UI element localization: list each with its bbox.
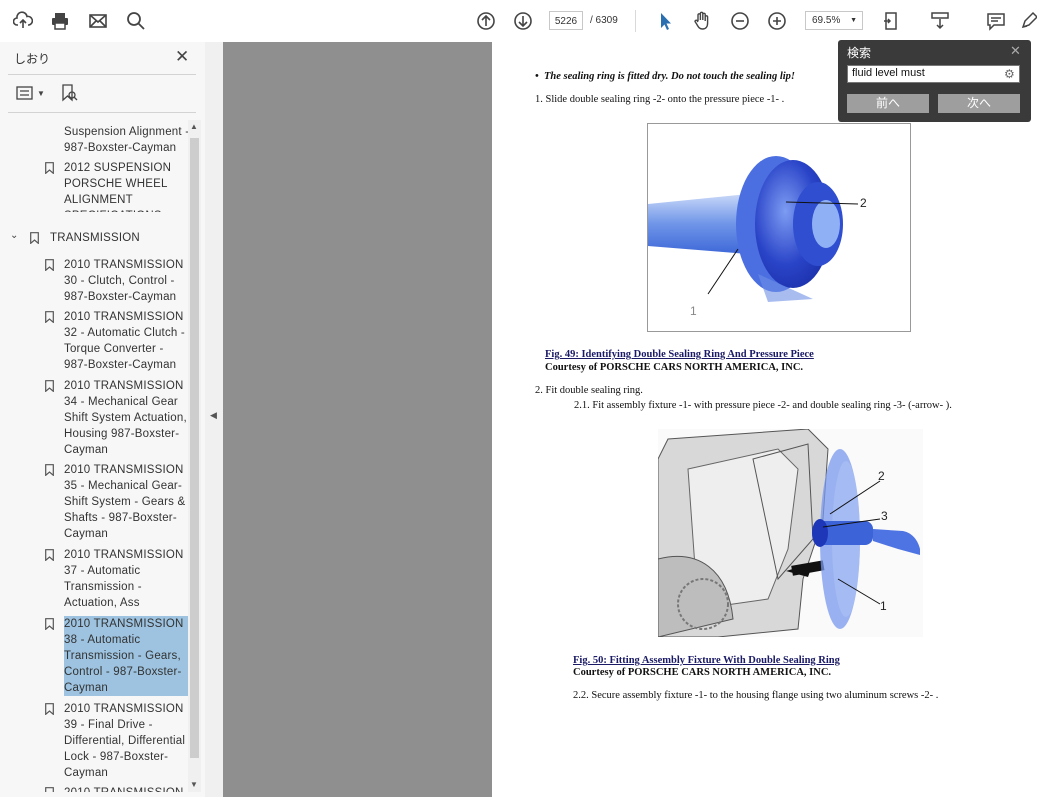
- mail-icon[interactable]: [86, 9, 110, 33]
- bookmark-icon: [30, 232, 39, 244]
- zoom-out-icon[interactable]: [728, 9, 752, 33]
- bookmark-label: 2010 TRANSMISSION 32 - Automatic Clutch …: [64, 311, 185, 371]
- bookmark-icon: [45, 380, 54, 392]
- zoom-in-icon[interactable]: [765, 9, 789, 33]
- find-bookmark-button[interactable]: [60, 83, 78, 103]
- bookmark-label: 2010 TRANSMISSION 39 - Final Drive - Dif…: [64, 703, 186, 779]
- bookmark-group-transmission[interactable]: ⌄ TRANSMISSION: [10, 230, 160, 246]
- bookmark-search-icon: [62, 84, 78, 102]
- comment-icon[interactable]: [984, 9, 1008, 33]
- bullet-note: • The sealing ring is fitted dry. Do not…: [535, 71, 795, 82]
- divider: [8, 74, 196, 75]
- find-title: 検索: [847, 46, 872, 60]
- bookmark-icon: [45, 259, 54, 271]
- bookmark-item[interactable]: 2010 TRANSMISSION 30 - Clutch, Control -…: [40, 257, 188, 305]
- find-previous-button[interactable]: 前へ: [847, 94, 929, 113]
- bookmark-label: 2010 TRANSMISSION 37 - Automatic Transmi…: [64, 549, 184, 609]
- figure-49-callout-2: 2: [860, 196, 867, 210]
- bookmark-label: 2010 TRANSMISSION 35 - Mechanical Gear-S…: [64, 464, 186, 540]
- bullet-text: The sealing ring is fitted dry. Do not t…: [543, 71, 795, 82]
- bookmark-item[interactable]: 2010 TRANSMISSION: [40, 785, 188, 792]
- figure-49-callout-1: 1: [690, 304, 697, 318]
- figure-50-callout-3: 3: [881, 509, 888, 523]
- zoom-select[interactable]: 69.5% ▼: [805, 11, 863, 30]
- scroll-up-icon[interactable]: ▲: [190, 122, 198, 131]
- figure-50-courtesy: Courtesy of PORSCHE CARS NORTH AMERICA, …: [573, 667, 832, 678]
- collapse-arrow-icon: ◀: [210, 410, 217, 420]
- page-fit-icon[interactable]: [880, 9, 904, 33]
- bookmark-label: 2010 TRANSMISSION 30 - Clutch, Control -…: [64, 259, 184, 303]
- cloud-upload-icon[interactable]: [11, 9, 35, 33]
- expand-chevron-icon[interactable]: ⌄: [10, 230, 18, 241]
- bookmark-item[interactable]: 2012 SUSPENSION PORSCHE WHEEL ALIGNMENT …: [40, 160, 188, 212]
- bookmarks-panel: しおり ✕ ▼ Suspension Alignment - 987-Boxst…: [0, 42, 206, 797]
- list-options-icon: [16, 86, 33, 100]
- bookmark-item[interactable]: 2010 TRANSMISSION 32 - Automatic Clutch …: [40, 309, 188, 373]
- figure-49-courtesy: Courtesy of PORSCHE CARS NORTH AMERICA, …: [545, 362, 804, 373]
- arrow-up-icon[interactable]: [474, 9, 498, 33]
- hand-icon[interactable]: [690, 9, 714, 33]
- bookmark-item[interactable]: 2010 TRANSMISSION 35 - Mechanical Gear-S…: [40, 462, 188, 542]
- scroll-thumb[interactable]: [190, 138, 199, 758]
- arrow-down-icon[interactable]: [511, 9, 535, 33]
- bookmark-label: TRANSMISSION: [50, 232, 140, 244]
- figure-49-caption[interactable]: Fig. 49: Identifying Double Sealing Ring…: [545, 349, 814, 360]
- search-icon[interactable]: [124, 9, 148, 33]
- bookmark-icon: [45, 162, 54, 174]
- find-input[interactable]: fluid level must: [847, 65, 1020, 83]
- bookmark-icon: [45, 549, 54, 561]
- toolbar-divider: [635, 10, 636, 32]
- bookmark-item[interactable]: 2010 TRANSMISSION 37 - Automatic Transmi…: [40, 547, 188, 611]
- bookmark-item[interactable]: Suspension Alignment - 987-Boxster-Cayma…: [40, 124, 188, 156]
- step-1: 1. Slide double sealing ring -2- onto th…: [535, 94, 785, 105]
- page-number-input[interactable]: 5226: [549, 11, 583, 30]
- figure-50-image: 2 3 1: [658, 429, 923, 637]
- figure-50-caption[interactable]: Fig. 50: Fitting Assembly Fixture With D…: [573, 655, 840, 666]
- pen-icon[interactable]: [1017, 9, 1037, 33]
- bookmark-options-button[interactable]: ▼: [16, 83, 45, 103]
- bookmark-item[interactable]: 2010 TRANSMISSION 39 - Final Drive - Dif…: [40, 701, 188, 781]
- bookmark-label: Suspension Alignment - 987-Boxster-Cayma…: [64, 126, 188, 154]
- bookmark-icon: [45, 703, 54, 715]
- bookmark-icon: [45, 618, 54, 630]
- bookmark-icon: [45, 787, 54, 792]
- figure-49-image: 2 1: [647, 123, 911, 332]
- close-icon[interactable]: ✕: [175, 47, 189, 67]
- panel-collapse-handle[interactable]: ◀: [205, 42, 223, 797]
- scroll-mode-icon[interactable]: [928, 9, 952, 33]
- step-2-1: 2.1. Fit assembly fixture -1- with press…: [574, 400, 952, 411]
- bookmark-scrollbar[interactable]: ▲ ▼: [188, 120, 201, 792]
- pressure-piece-illustration: [648, 156, 859, 302]
- figure-50-callout-1: 1: [880, 599, 887, 613]
- bookmark-item[interactable]: 2010 TRANSMISSION 38 - Automatic Transmi…: [40, 616, 188, 696]
- gear-icon[interactable]: ⚙: [1004, 68, 1016, 80]
- bookmark-label: 2010 TRANSMISSION: [64, 785, 188, 792]
- zoom-value: 69.5%: [812, 15, 841, 26]
- bookmark-label: 2012 SUSPENSION PORSCHE WHEEL ALIGNMENT …: [64, 162, 172, 212]
- find-next-button[interactable]: 次へ: [938, 94, 1020, 113]
- bookmark-list: Suspension Alignment - 987-Boxster-Cayma…: [0, 118, 188, 792]
- chevron-down-icon: ▼: [850, 17, 857, 24]
- bookmark-icon: [45, 311, 54, 323]
- step-2-2: 2.2. Secure assembly fixture -1- to the …: [573, 690, 939, 701]
- panel-title: しおり: [14, 52, 51, 66]
- find-panel: 検索 ✕ fluid level must ⚙ 前へ 次へ: [838, 40, 1031, 122]
- select-cursor-icon[interactable]: [653, 9, 677, 33]
- page-total: / 6309: [590, 15, 618, 26]
- bookmark-label: 2010 TRANSMISSION 34 - Mechanical Gear S…: [64, 380, 187, 456]
- step-2: 2. Fit double sealing ring.: [535, 385, 643, 396]
- bookmark-label: 2010 TRANSMISSION 38 - Automatic Transmi…: [64, 616, 188, 696]
- close-icon[interactable]: ✕: [1010, 43, 1021, 59]
- divider: [8, 112, 196, 113]
- bookmark-icon: [45, 464, 54, 476]
- scroll-down-icon[interactable]: ▼: [190, 780, 198, 789]
- document-viewer: • The sealing ring is fitted dry. Do not…: [223, 42, 1037, 799]
- figure-50-callout-2: 2: [878, 469, 885, 483]
- document-page: • The sealing ring is fitted dry. Do not…: [492, 42, 1037, 799]
- chevron-down-icon: ▼: [37, 88, 45, 98]
- main-toolbar: 5226 / 6309 69.5% ▼: [0, 0, 1037, 43]
- print-icon[interactable]: [48, 9, 72, 33]
- bullet-icon: •: [535, 71, 539, 82]
- bookmark-item[interactable]: 2010 TRANSMISSION 34 - Mechanical Gear S…: [40, 378, 188, 458]
